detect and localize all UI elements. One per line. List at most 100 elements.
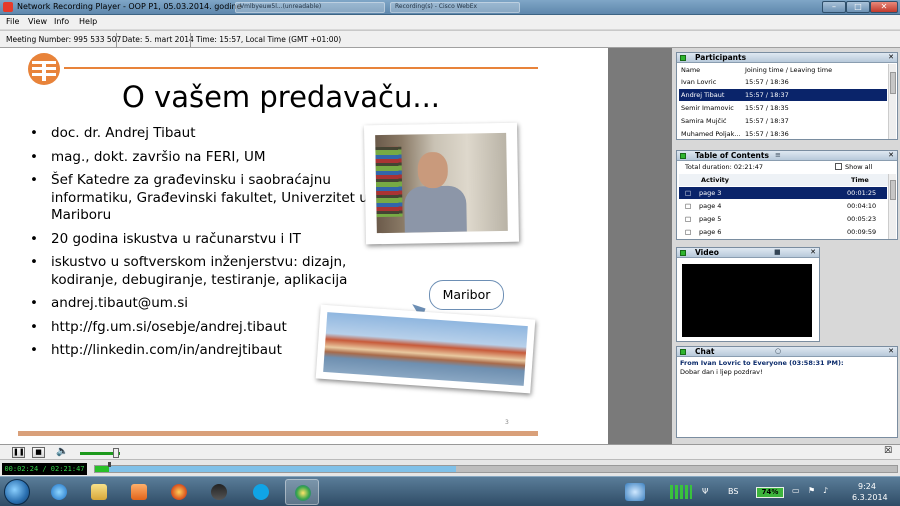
- media-player-icon[interactable]: [122, 479, 156, 505]
- page-icon: □: [685, 228, 692, 236]
- toc-time: 00:01:25: [847, 189, 877, 197]
- chat-panel: Chat ○ ✕ From Ivan Lovric to Everyone (0…: [676, 346, 898, 438]
- meeting-time: Time: 15:57, Local Time (GMT +01:00): [196, 35, 342, 44]
- skype-icon[interactable]: [244, 479, 278, 505]
- toc-row[interactable]: □ page 4 00:04:10: [679, 200, 887, 212]
- participant-row[interactable]: Semir Imamovic 15:57 / 18:35: [679, 102, 887, 114]
- volume-slider-handle[interactable]: [113, 448, 119, 458]
- toc-row[interactable]: □ page 3 00:01:25: [679, 187, 887, 199]
- toc-filter-icon[interactable]: ≡: [775, 151, 781, 159]
- language-indicator[interactable]: BS: [728, 487, 738, 496]
- meeting-info-bar: Meeting Number: 995 533 507 Date: 5. mar…: [0, 30, 900, 48]
- timeline-bar: 00:02:24 / 02:21:47: [0, 459, 900, 476]
- column-time[interactable]: Time: [851, 176, 869, 184]
- flag-icon[interactable]: ⚑: [808, 486, 815, 495]
- signal-icon[interactable]: [670, 485, 692, 499]
- video-header: Video ■ ✕: [677, 248, 819, 258]
- menu-file[interactable]: File: [6, 17, 19, 26]
- close-icon[interactable]: ✕: [888, 53, 894, 61]
- speaker-tray-icon[interactable]: ♪: [823, 486, 828, 495]
- toc-scrollbar[interactable]: [888, 174, 896, 239]
- slide: O vašem predavaču... doc. dr. Andrej Tib…: [0, 48, 608, 444]
- speaker-icon[interactable]: 🔈: [56, 446, 68, 457]
- close-icon[interactable]: ✕: [888, 347, 894, 355]
- divider: [190, 33, 191, 47]
- battery-indicator[interactable]: 74%: [756, 487, 784, 498]
- timeline-handle[interactable]: [108, 462, 111, 467]
- meeting-date: Date: 5. mart 2014: [122, 35, 194, 44]
- clock-date[interactable]: 6.3.2014: [852, 493, 888, 502]
- toc-activity: page 5: [699, 215, 722, 223]
- file-explorer-icon[interactable]: [82, 479, 116, 505]
- participant-row[interactable]: Muhamed Poljak... 15:57 / 18:36: [679, 128, 887, 140]
- participant-name: Samira Mujčić: [681, 117, 727, 125]
- timeline-played: [95, 466, 109, 472]
- column-activity[interactable]: Activity: [701, 176, 729, 184]
- participant-time: 15:57 / 18:35: [745, 104, 789, 112]
- participant-name: Ivan Lovric: [681, 78, 717, 86]
- webex-icon[interactable]: [202, 479, 236, 505]
- video-title: Video: [695, 248, 719, 257]
- video-screen[interactable]: [682, 264, 812, 337]
- time-display: 00:02:24 / 02:21:47: [2, 463, 87, 475]
- slide-viewer: O vašem predavaču... doc. dr. Andrej Tib…: [0, 48, 672, 444]
- wireless-icon[interactable]: Ψ: [702, 487, 708, 496]
- bullet-item: andrej.tibaut@um.si: [30, 295, 370, 313]
- stop-button[interactable]: ■: [32, 447, 45, 458]
- toc-row[interactable]: □ page 6 00:09:59: [679, 226, 887, 238]
- slide-title: O vašem predavaču...: [122, 80, 441, 114]
- minimize-button[interactable]: –: [822, 1, 846, 13]
- close-icon[interactable]: ☒: [884, 446, 892, 456]
- toc-title: Table of Contents: [695, 151, 769, 160]
- toc-total-duration: Total duration: 02:21:47: [685, 163, 764, 171]
- slide-page-number: 3: [505, 419, 509, 426]
- start-button[interactable]: [4, 479, 30, 505]
- meeting-number: Meeting Number: 995 533 507: [6, 35, 122, 44]
- ghost-tab-1[interactable]: Vmlbyeuw5l...(unreadable): [235, 2, 385, 13]
- divider: [116, 33, 117, 47]
- toc-activity: page 4: [699, 202, 722, 210]
- toc-time: 00:04:10: [847, 202, 877, 210]
- toc-activity: page 3: [699, 189, 722, 197]
- close-icon[interactable]: ✕: [810, 248, 816, 256]
- toc-list: □ page 3 00:01:25 □ page 4 00:04:10 □ pa…: [677, 187, 887, 239]
- chat-title: Chat: [695, 347, 715, 356]
- participant-row[interactable]: Samira Mujčić 15:57 / 18:37: [679, 115, 887, 127]
- toc-row[interactable]: □ page 5 00:05:23: [679, 213, 887, 225]
- chat-header: Chat ○ ✕: [677, 347, 897, 357]
- timeline-track[interactable]: [94, 462, 898, 473]
- toc-time: 00:09:59: [847, 228, 877, 236]
- panel-status-icon: [680, 250, 686, 256]
- participant-name: Semir Imamovic: [681, 104, 734, 112]
- participants-scrollbar[interactable]: [888, 64, 896, 139]
- participants-header: Participants ✕: [677, 53, 897, 63]
- show-all-checkbox[interactable]: [835, 163, 842, 170]
- menu-view[interactable]: View: [28, 17, 47, 26]
- column-name[interactable]: Name: [681, 64, 700, 76]
- network-recording-player-icon[interactable]: [285, 479, 319, 505]
- clock-time[interactable]: 9:24: [858, 482, 876, 491]
- participant-time: 15:57 / 18:37: [745, 117, 789, 125]
- close-button[interactable]: ✕: [870, 1, 898, 13]
- firefox-icon[interactable]: [162, 479, 196, 505]
- maribor-callout: Maribor: [429, 280, 504, 310]
- participant-row[interactable]: Ivan Lovric 15:57 / 18:36: [679, 76, 887, 88]
- toc-header: Table of Contents ≡ ✕: [677, 151, 897, 161]
- column-time[interactable]: Joining time / Leaving time: [745, 64, 832, 76]
- chat-message: Dobar dan i ljep pozdrav!: [680, 368, 763, 376]
- toc-panel: Table of Contents ≡ ✕ Total duration: 02…: [676, 150, 898, 240]
- bullet-item: Šef Katedre za građevinsku i saobraćajnu…: [30, 172, 370, 225]
- network-tray-icon[interactable]: [625, 483, 645, 501]
- close-icon[interactable]: ✕: [888, 151, 894, 159]
- bullet-item: doc. dr. Andrej Tibaut: [30, 125, 370, 143]
- toc-column-header: Activity Time: [679, 174, 889, 186]
- internet-explorer-icon[interactable]: [42, 479, 76, 505]
- menu-info[interactable]: Info: [54, 17, 69, 26]
- participant-name: Andrej Tibaut: [681, 91, 725, 99]
- participant-row[interactable]: Andrej Tibaut 15:57 / 18:37: [679, 89, 887, 101]
- maximize-button[interactable]: □: [846, 1, 870, 13]
- show-all-label: Show all: [845, 163, 873, 171]
- pause-button[interactable]: ❚❚: [12, 447, 25, 458]
- menu-help[interactable]: Help: [79, 17, 97, 26]
- ghost-tab-2[interactable]: Recording(s) - Cisco WebEx: [390, 2, 520, 13]
